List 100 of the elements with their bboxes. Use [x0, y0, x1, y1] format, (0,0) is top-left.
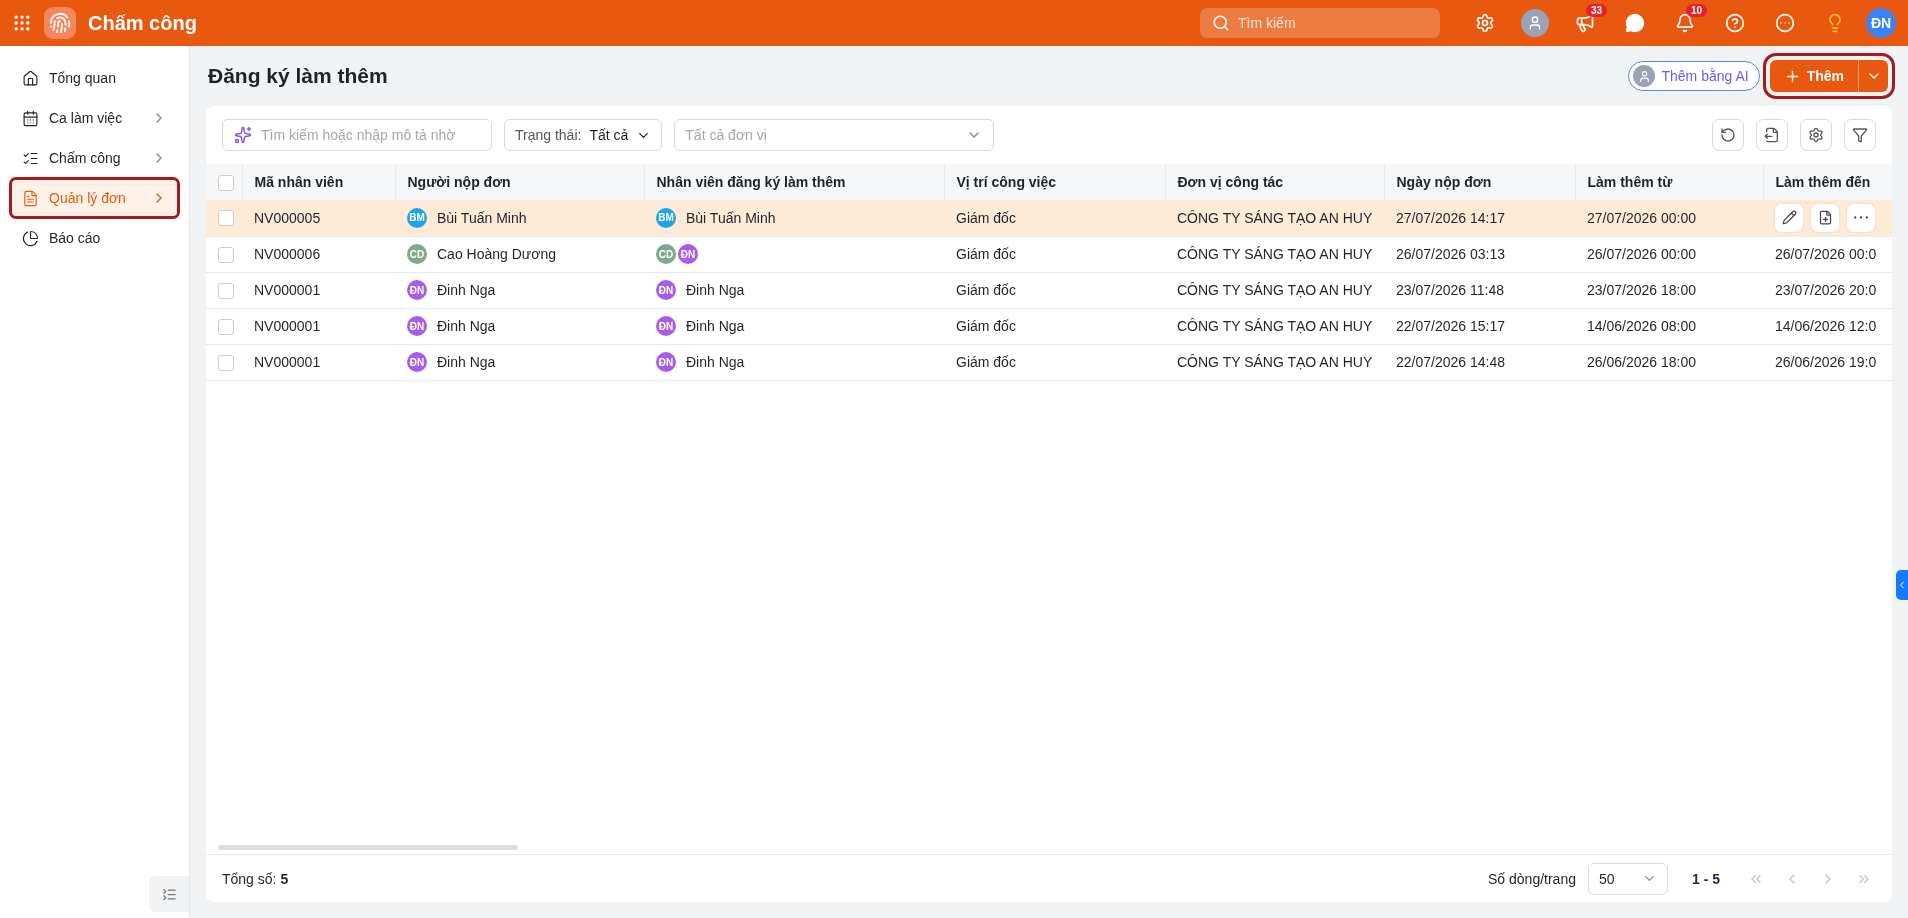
row-checkbox[interactable]: [218, 282, 234, 299]
table-cell: NV000005: [242, 200, 395, 236]
avatar: ĐN: [656, 352, 676, 372]
person-name: Cao Hoàng Dương: [437, 246, 556, 262]
avatar: ĐN: [407, 316, 427, 336]
add-file-button[interactable]: [1811, 203, 1839, 232]
row-checkbox[interactable]: [218, 354, 234, 371]
table-cell: 14/06/2026 08:00: [1575, 308, 1763, 344]
settings-button[interactable]: [1800, 119, 1832, 151]
table-cell: 27/07/2026 00:00: [1575, 200, 1763, 236]
person-name: Đinh Nga: [686, 318, 745, 334]
row-checkbox[interactable]: [218, 318, 234, 335]
avatar: ĐN: [656, 316, 676, 336]
table-cell: Giám đốc: [944, 308, 1165, 344]
person-name: Đinh Nga: [686, 354, 745, 370]
column-header: Mã nhân viên: [242, 164, 395, 200]
count-badge: 33: [1586, 4, 1608, 17]
document-icon: [22, 189, 39, 207]
filter-icon: [1852, 127, 1868, 143]
column-header: Người nộp đơn: [395, 164, 644, 200]
select-all-checkbox[interactable]: [218, 174, 234, 191]
add-button[interactable]: Thêm: [1769, 60, 1858, 92]
column-header: Ngày nộp đơn: [1384, 164, 1575, 200]
avatar: ĐN: [407, 280, 427, 300]
status-filter[interactable]: Trạng thái: Tất cả: [504, 119, 663, 151]
table-cell: 22/07/2026 14:48: [1384, 344, 1575, 380]
page-range: 1 - 5: [1692, 870, 1720, 887]
help-icon: [1725, 13, 1745, 33]
table-cell: NV000006: [242, 236, 395, 272]
ai-add-button[interactable]: Thêm bằng AI: [1628, 61, 1760, 91]
search-field[interactable]: Tìm kiếm hoặc nhập mô tả nhờ: [222, 119, 492, 151]
table-cell: 23/07/2026 20:0: [1763, 272, 1892, 308]
avatar: BM: [656, 207, 676, 228]
count-badge: 10: [1686, 4, 1708, 17]
column-header: Làm thêm từ: [1575, 164, 1763, 200]
file-plus-icon: [1817, 210, 1833, 226]
house-icon: [22, 69, 39, 87]
person-name: Đinh Nga: [437, 354, 496, 370]
person-name: Đinh Nga: [437, 282, 496, 298]
person-name: Đinh Nga: [437, 318, 496, 334]
table-cell: Giám đốc: [944, 200, 1165, 236]
column-header: Làm thêm đến: [1763, 164, 1892, 200]
column-header: Vị trí công việc: [944, 164, 1165, 200]
table-cell: 14/06/2026 12:0: [1763, 308, 1892, 344]
table-cell: 26/07/2026 03:13: [1384, 236, 1575, 272]
rows-per-page-select[interactable]: 50: [1588, 862, 1668, 895]
settings-icon: [1808, 127, 1824, 143]
table-cell: NV000001: [242, 272, 395, 308]
calendar-icon: [22, 109, 39, 127]
filter-button[interactable]: [1844, 119, 1876, 151]
row-checkbox[interactable]: [218, 246, 234, 263]
table-cell: 22/07/2026 15:17: [1384, 308, 1575, 344]
table-cell: 23/07/2026 18:00: [1575, 272, 1763, 308]
collapse-icon: [161, 886, 177, 902]
sidebar-item[interactable]: Tổng quan: [12, 60, 177, 96]
megaphone-icon: [1575, 13, 1595, 33]
fingerprint-logo-icon: [44, 7, 76, 39]
table-cell: Giám đốc: [944, 236, 1165, 272]
person-name: Đinh Nga: [686, 282, 745, 298]
table-cell: Giám đốc: [944, 344, 1165, 380]
more-icon: [1775, 13, 1795, 33]
table-cell: CÔNG TY SÁNG TẠO AN HUY: [1165, 272, 1384, 308]
avatar: ĐN: [656, 280, 676, 300]
settings-icon: [1475, 13, 1495, 33]
table-cell: NV000001: [242, 344, 395, 380]
pencil-icon: [1781, 210, 1797, 226]
refresh-icon: [1720, 127, 1736, 143]
table-cell: 23/07/2026 11:48: [1384, 272, 1575, 308]
sidebar-item[interactable]: Chấm công: [12, 140, 177, 176]
page-title: Đăng ký làm thêm: [208, 64, 389, 88]
table-cell: CÔNG TY SÁNG TẠO AN HUY: [1165, 200, 1384, 236]
table-cell: NV000001: [242, 308, 395, 344]
collapse-sidebar-button[interactable]: [149, 876, 189, 912]
column-header: Nhân viên đăng ký làm thêm: [644, 164, 944, 200]
avatar: BM: [407, 207, 427, 228]
chat-icon: [1625, 13, 1645, 33]
table-cell: CÔNG TY SÁNG TẠO AN HUY: [1165, 236, 1384, 272]
table-cell: Giám đốc: [944, 272, 1165, 308]
user-avatar[interactable]: ĐN: [1866, 8, 1896, 38]
more-icon: [1854, 216, 1868, 220]
table-cell: 26/07/2026 00:0: [1763, 236, 1892, 272]
row-checkbox[interactable]: [218, 210, 234, 227]
app-title: Chấm công: [88, 11, 197, 35]
more-button[interactable]: [1847, 203, 1875, 232]
search-icon: [1212, 14, 1230, 32]
unit-select[interactable]: Tất cả đơn vị: [674, 119, 995, 151]
total-label: Tổng số: 5: [222, 870, 289, 887]
column-header: Đơn vị công tác: [1165, 164, 1384, 200]
export-button[interactable]: [1756, 119, 1788, 151]
table-cell: 27/07/2026 14:17: [1384, 200, 1575, 236]
person-name: Bùi Tuấn Minh: [686, 209, 776, 226]
sidebar-item[interactable]: Báo cáo: [12, 220, 177, 256]
refresh-button[interactable]: [1712, 119, 1744, 151]
person-name: Bùi Tuấn Minh: [437, 209, 527, 226]
side-panel-toggle[interactable]: [1896, 570, 1908, 600]
avatar: CD: [407, 244, 427, 264]
sidebar-item[interactable]: Ca làm việc: [12, 100, 177, 136]
avatar: ĐN: [407, 352, 427, 372]
add-options-button[interactable]: [1858, 60, 1888, 92]
edit-button[interactable]: [1775, 203, 1803, 232]
